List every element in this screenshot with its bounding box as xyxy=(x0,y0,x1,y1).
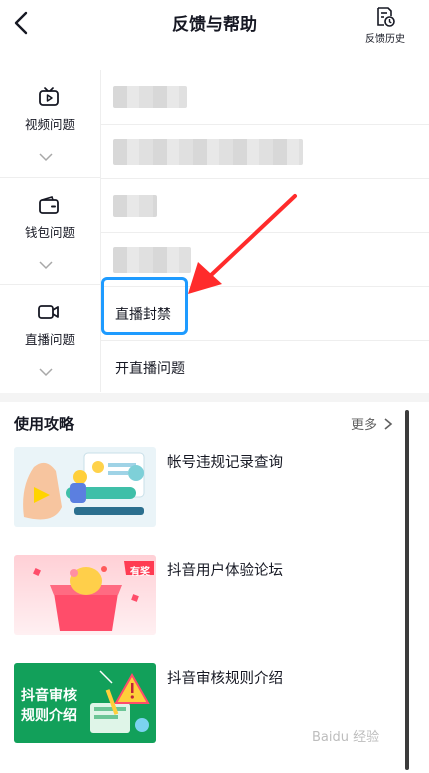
guide-item[interactable]: 有奖 抖音用户体验论坛 xyxy=(14,555,404,635)
category-wallet[interactable]: 钱包问题 xyxy=(0,177,100,283)
feedback-history-button[interactable]: 反馈历史 xyxy=(359,6,411,45)
red-arrow-annotation xyxy=(188,194,297,294)
guide-title: 帐号违规记录查询 xyxy=(167,455,283,471)
chevron-right-icon[interactable] xyxy=(383,417,393,431)
chevron-down-icon[interactable] xyxy=(38,152,54,162)
guide-thumbnail: 有奖 xyxy=(14,555,156,635)
highlight-box xyxy=(101,277,188,335)
category-label: 钱包问题 xyxy=(24,225,75,240)
guide-thumbnail: 抖音审核 规则介绍 xyxy=(14,663,156,743)
section-title: 使用攻略 xyxy=(14,415,75,433)
guides-section: 使用攻略 更多 帐号违规记录查询 有奖 抖音用户体验论坛 抖音审核 规则介绍 抖… xyxy=(0,402,429,773)
thumbnail-text: 规则介绍 xyxy=(21,708,77,724)
top-bar: 反馈与帮助 反馈历史 xyxy=(0,0,429,46)
question-item[interactable] xyxy=(101,124,429,178)
category-list: 视频问题 钱包问题 直播问题 xyxy=(0,70,101,392)
document-clock-icon xyxy=(377,7,395,27)
guide-item[interactable]: 帐号违规记录查询 xyxy=(14,447,404,527)
chevron-down-icon[interactable] xyxy=(38,260,54,270)
guide-title: 抖音审核规则介绍 xyxy=(167,671,283,687)
scrollbar[interactable] xyxy=(405,410,409,770)
category-live[interactable]: 直播问题 xyxy=(0,284,100,390)
question-item-start-live[interactable]: 开直播问题 xyxy=(101,340,429,394)
blurred-text xyxy=(113,195,157,217)
category-video[interactable]: 视频问题 xyxy=(0,70,100,176)
category-label: 视频问题 xyxy=(24,117,75,132)
wallet-icon xyxy=(39,196,59,214)
tv-icon xyxy=(39,87,59,106)
video-camera-icon xyxy=(38,305,59,319)
question-label: 开直播问题 xyxy=(115,361,185,377)
section-divider xyxy=(0,393,429,402)
guide-title: 抖音用户体验论坛 xyxy=(167,563,283,579)
more-link[interactable]: 更多 xyxy=(351,414,377,433)
chevron-down-icon[interactable] xyxy=(38,367,54,377)
watermark: Baidu 经验 xyxy=(312,730,380,745)
question-item[interactable] xyxy=(101,70,429,124)
reward-badge: 有奖 xyxy=(130,567,150,578)
feedback-history-label: 反馈历史 xyxy=(365,34,405,45)
blurred-text xyxy=(113,139,303,165)
blurred-text xyxy=(113,86,187,108)
guide-thumbnail xyxy=(14,447,156,527)
thumbnail-text: 抖音审核 xyxy=(21,688,77,704)
category-label: 直播问题 xyxy=(24,332,75,347)
